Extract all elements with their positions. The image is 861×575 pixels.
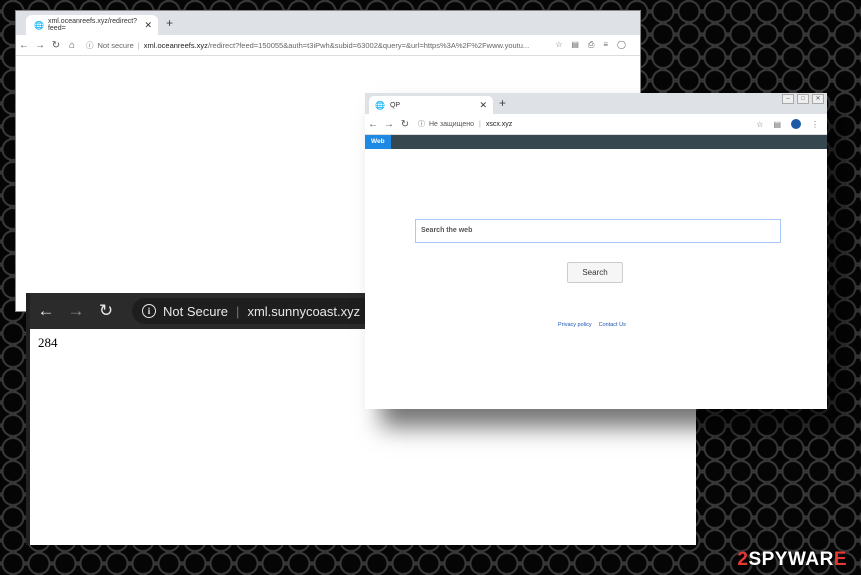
avatar[interactable] xyxy=(791,119,801,129)
cast-icon[interactable]: ≡ xyxy=(603,40,608,50)
forward-icon[interactable]: → xyxy=(32,40,48,51)
toolbar: ← → ↻ ⓘ Не защищено | xscx.xyz ☆ ▤ ⋮ xyxy=(365,114,827,135)
globe-icon: 🌐 xyxy=(34,20,44,30)
back-icon[interactable]: ← xyxy=(32,301,60,321)
tab-oceanreefs[interactable]: 🌐 xml.oceanreefs.xyz/redirect?feed= ✕ xyxy=(26,15,158,35)
watermark-logo: 2SPYWARE xyxy=(737,549,847,571)
back-icon[interactable]: ← xyxy=(365,119,381,130)
security-label: Not secure xyxy=(97,40,134,50)
extension-icon[interactable]: ▤ xyxy=(773,120,781,129)
star-icon[interactable]: ☆ xyxy=(756,120,763,129)
search-input[interactable]: Search the web xyxy=(415,219,781,243)
forward-icon[interactable]: → xyxy=(381,119,397,130)
tab-web[interactable]: Web xyxy=(365,135,391,149)
toolbar: ← → ↻ ⌂ ⓘ Not secure | xml.oceanreefs.xy… xyxy=(16,35,640,56)
watermark-number: 2 xyxy=(737,549,749,570)
globe-icon: 🌐 xyxy=(375,100,385,110)
watermark-suffix: E xyxy=(833,549,847,570)
reload-icon[interactable]: ↻ xyxy=(92,301,120,321)
back-icon[interactable]: ← xyxy=(16,40,32,51)
url-host: xml.oceanreefs.xyz xyxy=(143,40,208,50)
security-label: Not Secure xyxy=(163,303,229,319)
url-path: /redirect?feed=150055&auth=t3iPwh&subid=… xyxy=(207,40,530,50)
url-host: xml.sunnycoast.xyz xyxy=(247,303,361,319)
window-controls: – □ ✕ xyxy=(782,94,824,104)
maximize-icon[interactable]: □ xyxy=(797,94,809,104)
window-close-icon[interactable]: ✕ xyxy=(812,94,824,104)
tab-title: QP xyxy=(389,101,401,109)
separator: | xyxy=(479,120,481,128)
star-icon[interactable]: ☆ xyxy=(555,40,562,50)
print-icon[interactable]: ⎙ xyxy=(588,40,594,50)
reload-icon[interactable]: ↻ xyxy=(48,40,64,51)
page-text: 284 xyxy=(38,335,58,350)
address-bar[interactable]: ⓘ Not secure | xml.oceanreefs.xyz /redir… xyxy=(86,40,536,51)
watermark-text: SPYWAR xyxy=(748,549,834,570)
tab-strip: 🌐 xml.oceanreefs.xyz/redirect?feed= ✕ + xyxy=(16,11,640,35)
close-icon[interactable]: ✕ xyxy=(479,100,487,111)
browser-window-qp: 🌐 QP ✕ + – □ ✕ ← → ↻ ⓘ Не защищено | xsc… xyxy=(365,93,827,409)
close-icon[interactable]: ✕ xyxy=(144,20,152,31)
extension-icon[interactable]: ▤ xyxy=(571,40,579,50)
new-tab-button[interactable]: + xyxy=(166,16,173,30)
search-button[interactable]: Search xyxy=(567,262,623,283)
profile-icon[interactable]: ◯ xyxy=(617,40,626,50)
tab-title: xml.oceanreefs.xyz/redirect?feed= xyxy=(47,18,138,32)
privacy-policy-link[interactable]: Privacy policy xyxy=(558,322,592,328)
toolbar-icons: ☆ ▤ ⋮ xyxy=(756,119,819,129)
forward-icon[interactable]: → xyxy=(62,301,90,321)
info-icon[interactable]: ⓘ xyxy=(86,40,94,51)
separator: | xyxy=(137,40,140,50)
tab-strip: 🌐 QP ✕ + – □ ✕ xyxy=(365,93,827,114)
home-icon[interactable]: ⌂ xyxy=(64,40,80,51)
address-bar[interactable]: ⓘ Не защищено | xscx.xyz xyxy=(418,119,512,129)
contact-us-link[interactable]: Contact Us xyxy=(599,322,626,328)
url-host: xscx.xyz xyxy=(485,120,513,128)
minimize-icon[interactable]: – xyxy=(782,94,794,104)
info-icon[interactable]: i xyxy=(142,304,156,318)
new-tab-button[interactable]: + xyxy=(499,96,506,110)
search-nav-bar: Web xyxy=(365,135,827,149)
tab-qp[interactable]: 🌐 QP ✕ xyxy=(369,96,493,114)
reload-icon[interactable]: ↻ xyxy=(397,119,413,130)
toolbar-icons: ☆ ▤ ⎙ ≡ ◯ xyxy=(555,40,626,50)
menu-icon[interactable]: ⋮ xyxy=(811,120,819,129)
separator: | xyxy=(236,303,240,319)
footer-links: Privacy policy Contact Us xyxy=(558,322,626,328)
security-label: Не защищено xyxy=(429,120,474,128)
info-icon[interactable]: ⓘ xyxy=(418,119,425,129)
